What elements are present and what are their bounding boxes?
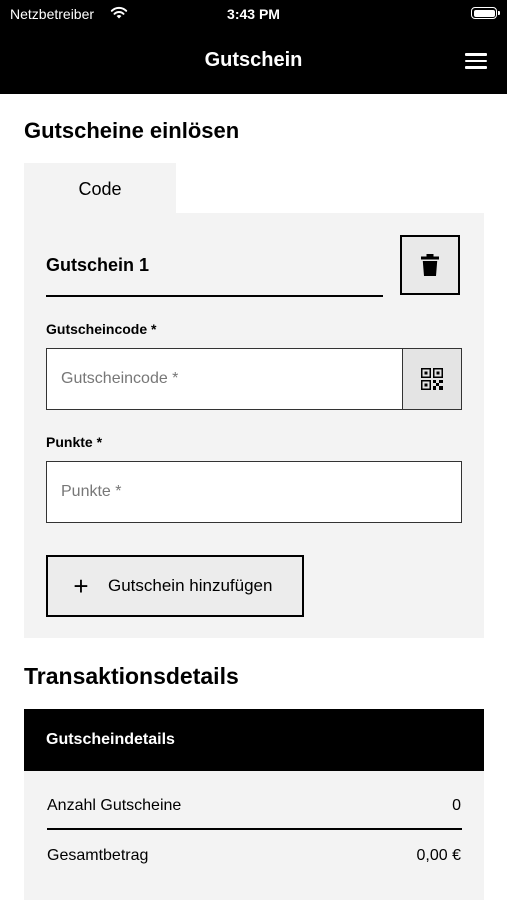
clock-time: 3:43 PM [227, 6, 280, 22]
voucher-code-label: Gutscheincode * [46, 321, 157, 337]
tab-code[interactable]: Code [24, 163, 176, 215]
hamburger-menu-icon[interactable] [465, 51, 491, 71]
transaction-section-title: Transaktionsdetails [24, 663, 239, 689]
qr-code-icon [421, 368, 443, 390]
scan-qr-button[interactable] [402, 348, 462, 410]
add-voucher-label: Gutschein hinzufügen [108, 576, 273, 595]
voucher-count-label: Anzahl Gutscheine [47, 797, 182, 814]
voucher-count-value: 0 [452, 797, 461, 814]
voucher-card: Gutschein 1 Gutscheincode * Punkte * + G… [24, 213, 484, 638]
points-label: Punkte * [46, 434, 103, 450]
trash-icon [421, 254, 439, 276]
plus-icon: + [73, 571, 89, 601]
voucher-code-input[interactable] [46, 348, 404, 410]
nav-title: Gutschein [204, 49, 303, 71]
navigation-bar: Gutschein [0, 28, 507, 94]
points-input[interactable] [46, 461, 462, 523]
total-amount-value: 0,00 € [416, 847, 461, 864]
battery-icon [471, 7, 500, 19]
voucher-title: Gutschein 1 [46, 255, 150, 275]
add-voucher-button[interactable]: + Gutschein hinzufügen [46, 555, 304, 617]
page-title: Gutscheine einlösen [24, 118, 240, 143]
voucher-details-header-label: Gutscheindetails [46, 731, 175, 748]
status-bar: Netzbetreiber 3:43 PM [0, 0, 507, 28]
tab-bar: Code [24, 163, 484, 215]
total-amount-label: Gesamtbetrag [47, 847, 149, 864]
divider [46, 295, 383, 297]
voucher-details-header: Gutscheindetails [24, 709, 484, 771]
delete-voucher-button[interactable] [400, 235, 460, 295]
row-divider [47, 828, 462, 830]
voucher-details-body: Anzahl Gutscheine 0 Gesamtbetrag 0,00 € [24, 771, 484, 900]
